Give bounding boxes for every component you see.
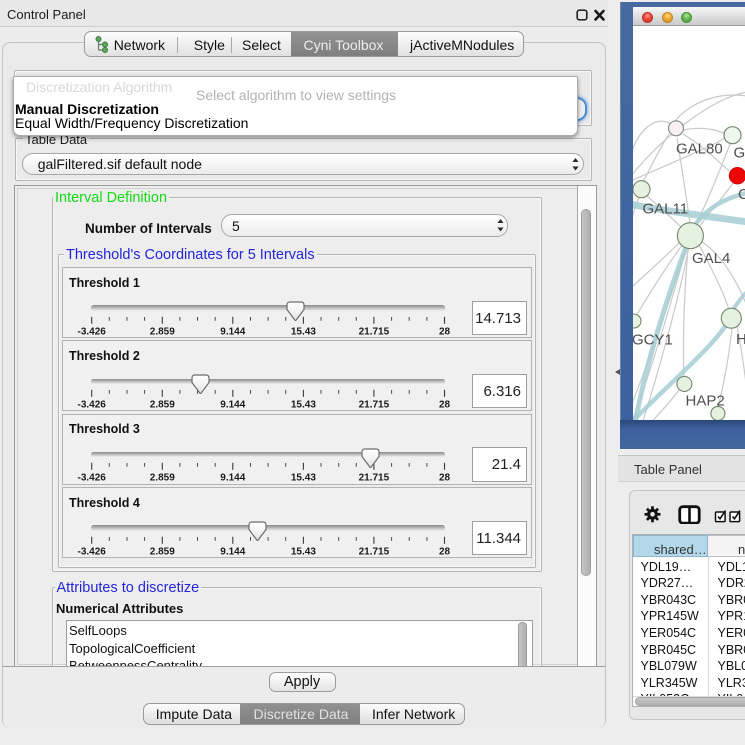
svg-text:9.144: 9.144 bbox=[220, 400, 245, 411]
svg-text:2.859: 2.859 bbox=[150, 326, 175, 337]
svg-text:-3.426: -3.426 bbox=[78, 473, 107, 484]
svg-text:GCY1: GCY1 bbox=[633, 332, 673, 349]
svg-text:21.715: 21.715 bbox=[359, 546, 390, 557]
svg-text:-3.426: -3.426 bbox=[78, 326, 107, 337]
svg-text:2.859: 2.859 bbox=[150, 473, 175, 484]
svg-text:GAL4: GAL4 bbox=[692, 250, 730, 267]
svg-text:9.144: 9.144 bbox=[220, 326, 245, 337]
svg-text:28: 28 bbox=[439, 473, 451, 484]
svg-text:CY: CY bbox=[738, 186, 745, 203]
svg-text:-3.426: -3.426 bbox=[78, 400, 107, 411]
svg-text:28: 28 bbox=[439, 326, 451, 337]
svg-text:15.43: 15.43 bbox=[291, 473, 316, 484]
svg-text:2.859: 2.859 bbox=[150, 400, 175, 411]
svg-text:21.715: 21.715 bbox=[359, 400, 390, 411]
svg-text:15.43: 15.43 bbox=[291, 546, 316, 557]
svg-text:-3.426: -3.426 bbox=[78, 546, 107, 557]
svg-text:9.144: 9.144 bbox=[220, 546, 245, 557]
svg-text:HAP2: HAP2 bbox=[686, 393, 725, 410]
svg-text:GAL: GAL bbox=[734, 145, 745, 162]
svg-text:GAL11: GAL11 bbox=[643, 201, 689, 218]
svg-text:9.144: 9.144 bbox=[220, 473, 245, 484]
svg-text:15.43: 15.43 bbox=[291, 400, 316, 411]
svg-text:15.43: 15.43 bbox=[291, 326, 316, 337]
svg-text:28: 28 bbox=[439, 546, 451, 557]
svg-text:2.859: 2.859 bbox=[150, 546, 175, 557]
svg-text:21.715: 21.715 bbox=[359, 326, 390, 337]
svg-text:HA: HA bbox=[736, 331, 745, 348]
svg-text:21.715: 21.715 bbox=[359, 473, 390, 484]
svg-text:28: 28 bbox=[439, 400, 451, 411]
svg-text:GAL80: GAL80 bbox=[676, 141, 723, 158]
